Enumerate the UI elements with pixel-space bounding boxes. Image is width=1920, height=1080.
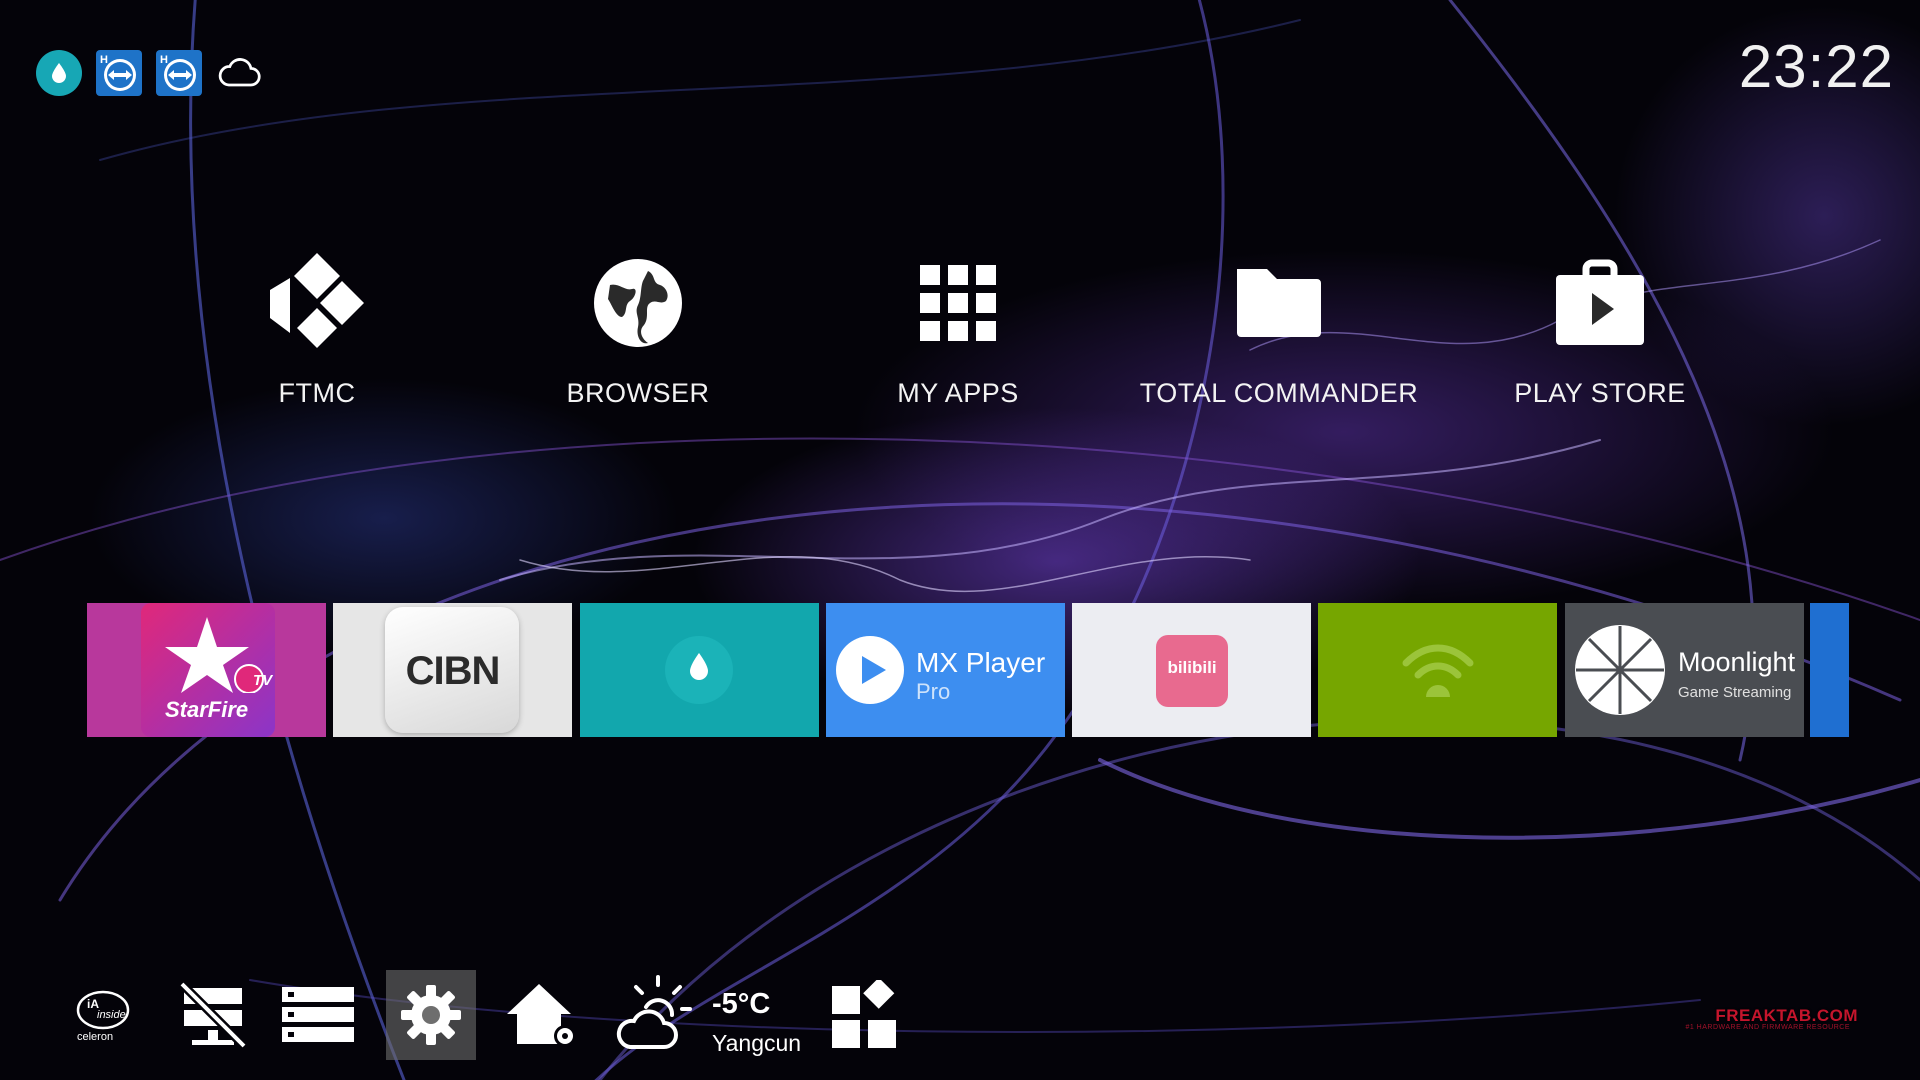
moonlight-subtitle: Game Streaming [1678,684,1792,701]
cibn-logo-text: CIBN [405,649,501,693]
starfire-logo-text: StarFire [165,697,249,722]
mx-player-subtitle: Pro [916,679,951,704]
home-settings-icon[interactable] [498,970,588,1060]
svg-text:H: H [100,54,108,66]
network-off-icon[interactable] [168,970,258,1060]
wallpaper [0,0,1920,1080]
shortcut-play-store[interactable]: PLAY STORE [1440,248,1760,409]
settings-icon[interactable] [386,970,476,1060]
tile-starfire[interactable]: TV StarFire [87,603,326,737]
cpu-chip-text: celeron [77,1031,113,1043]
clock: 23:22 [1738,33,1894,100]
tile-cibn[interactable]: CIBN [333,603,572,737]
shortcut-label: BROWSER [566,378,710,408]
bilibili-logo-text: bilibili [1167,658,1217,677]
apps-grid-icon [798,248,1118,358]
storage-icon[interactable] [273,970,363,1060]
tile-water-drop[interactable] [580,603,819,737]
play-store-icon [1440,248,1760,358]
watermark-logo: FREAKTAB.COM [1715,1006,1858,1025]
globe-icon [478,248,798,358]
water-drop-icon [665,636,733,704]
weather-icon[interactable] [610,970,694,1060]
tile-mx-player[interactable]: MX Player Pro [826,603,1065,737]
shortcut-label: MY APPS [897,378,1019,408]
teamviewer-icon[interactable]: H [96,50,142,96]
shortcut-browser[interactable]: BROWSER [478,248,798,409]
shortcut-label: TOTAL COMMANDER [1139,378,1419,408]
shortcut-ftmc[interactable]: FTMC [157,248,477,409]
status-bar: H H [36,50,262,96]
shortcut-label: FTMC [278,378,356,408]
intel-celeron-icon[interactable]: iA inside celeron [58,970,148,1060]
tile-partial-next[interactable] [1810,603,1849,737]
weather-temp: -5°C [712,988,771,1020]
play-icon [836,636,904,704]
water-drop-icon[interactable] [36,50,82,96]
moonlight-title: Moonlight [1678,647,1796,677]
shortcut-row: FTMC BROWSER MY APPS TOTAL COMMANDER PLA… [0,248,1920,448]
mx-player-title: MX Player [916,647,1046,678]
folder-icon [1119,248,1439,358]
shortcut-my-apps[interactable]: MY APPS [798,248,1118,409]
tile-nvidia-streaming[interactable] [1318,603,1557,737]
cloud-icon[interactable] [216,50,262,96]
wifi-android-icon [1402,644,1474,697]
shortcut-label: PLAY STORE [1514,378,1686,408]
teamviewer-icon[interactable]: H [156,50,202,96]
shortcut-total-commander[interactable]: TOTAL COMMANDER [1119,248,1439,409]
moonlight-icon [1575,625,1665,715]
cpu-inside-text: inside [97,1009,126,1021]
tile-moonlight[interactable]: Moonlight Game Streaming [1565,603,1804,737]
kodi-icon [157,248,477,358]
watermark-sub: #1 HARDWARE AND FIRMWARE RESOURCE [1685,1024,1850,1031]
weather-city: Yangcun [712,1030,802,1056]
svg-text:H: H [160,54,168,66]
starfire-badge: TV [253,672,273,689]
widgets-icon[interactable] [820,970,910,1060]
tile-bilibili[interactable]: bilibili [1072,603,1311,737]
